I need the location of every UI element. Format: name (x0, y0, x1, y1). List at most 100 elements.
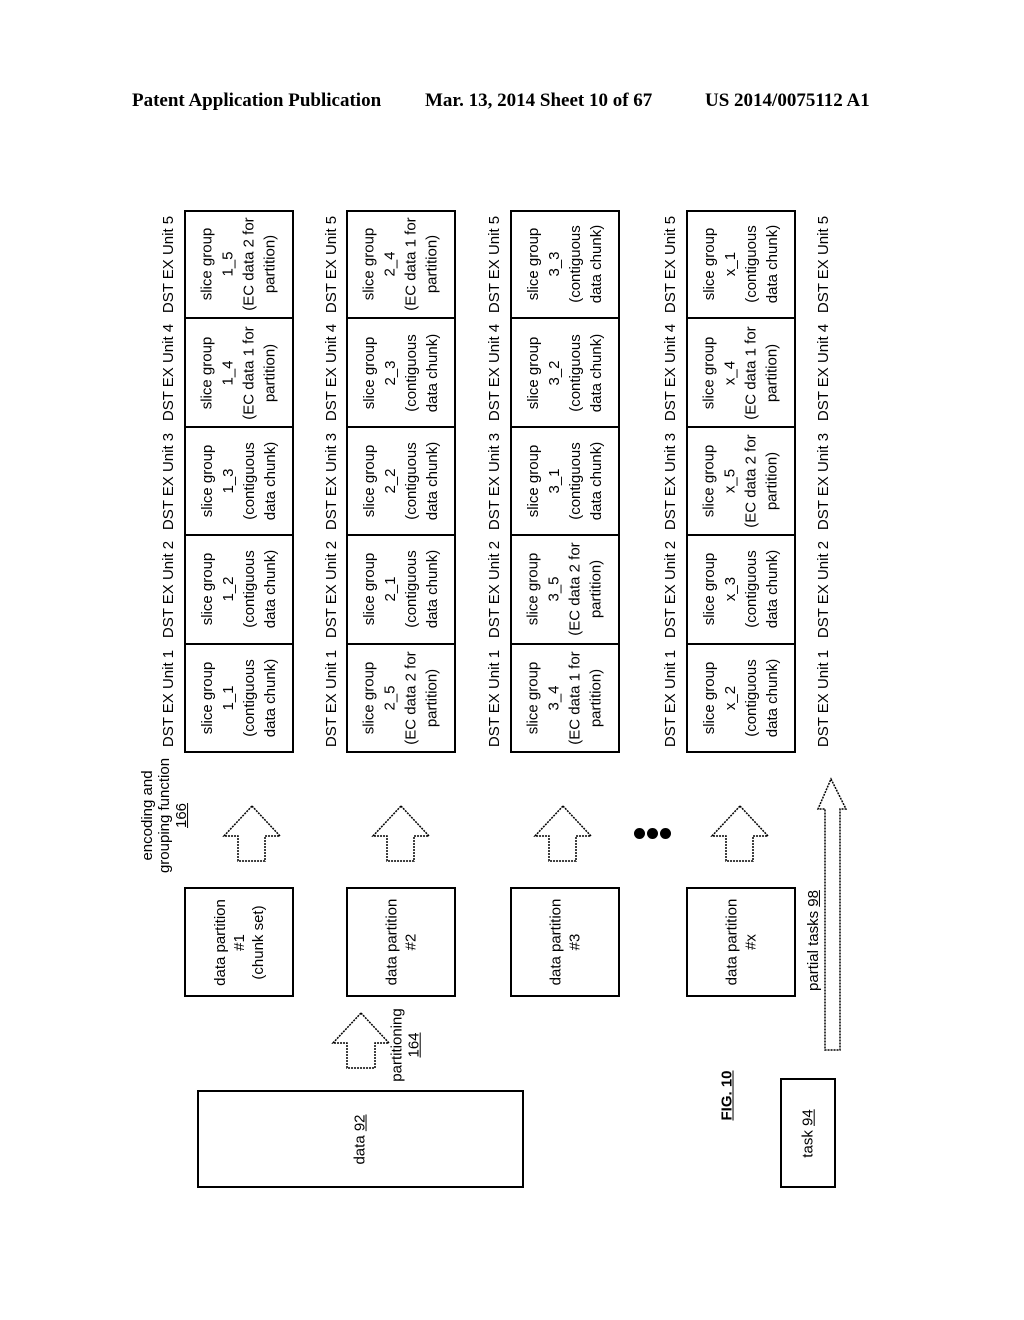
slice-group-line: partition) (763, 451, 781, 511)
slice-group-line: (contiguous (402, 550, 420, 628)
partial-tasks-ref: 98 (804, 889, 822, 907)
slice-group-line: 3_2 (545, 359, 563, 386)
slice-group-line: slice group (360, 336, 378, 409)
slice-group-cell: slice group 3_5 (EC data 2 for partition) (512, 536, 618, 642)
partitioning-label: partitioning 164 (386, 1005, 426, 1085)
unit-label: DST EX Unit 2 (659, 535, 683, 643)
slice-group-line: data chunk) (763, 658, 781, 738)
slice-group-line: slice group (198, 552, 216, 626)
slice-group-line: data chunk) (423, 549, 441, 629)
slice-group-line: data chunk) (587, 333, 605, 412)
unit-label-text: DST EX Unit 3 (815, 432, 833, 530)
slice-group-line: x_5 (721, 468, 739, 494)
slice-group-line: (contiguous (240, 550, 258, 628)
slice-group-cell: slice group 2_1 (contiguous data chunk) (348, 536, 454, 642)
unit-label-text: DST EX Unit 2 (662, 540, 680, 638)
slice-group-line: (EC data 1 for (742, 325, 760, 420)
slice-group-cell: slice group 1_2 (contiguous data chunk) (186, 536, 292, 642)
figure-label: FIG. 10 (718, 1069, 736, 1121)
unit-label-text: DST EX Unit 4 (662, 323, 680, 422)
unit-label: DST EX Unit 1 (157, 644, 181, 752)
unit-label: DST EX Unit 4 (157, 318, 181, 427)
unit-label-text: DST EX Unit 5 (815, 215, 833, 313)
slice-group-line: (contiguous (240, 659, 258, 737)
slice-group-line: data chunk) (261, 549, 279, 629)
unit-label: DST EX Unit 3 (483, 427, 507, 535)
slice-group-line: 1_4 (219, 359, 237, 386)
slice-group-cell: slice group x_3 (contiguous data chunk) (688, 536, 794, 642)
unit-label-text: DST EX Unit 1 (323, 649, 341, 747)
slice-group-line: slice group (700, 552, 718, 626)
unit-label-text: DST EX Unit 1 (160, 649, 178, 747)
data-partition-2-box: data partition #2 (346, 887, 456, 997)
data-partition-x-box: data partition #x (686, 887, 796, 997)
unit-label-text: DST EX Unit 4 (160, 323, 178, 422)
unit-label: DST EX Unit 1 (483, 644, 507, 752)
slice-group-line: 1_2 (219, 576, 237, 602)
unit-label-text: DST EX Unit 1 (486, 649, 504, 747)
slice-group-line: (EC data 2 for (240, 217, 258, 311)
unit-label-text: DST EX Unit 2 (486, 540, 504, 638)
encoding-line2: grouping function (156, 757, 174, 873)
unit-label: DST EX Unit 2 (157, 535, 181, 643)
slice-group-line: data chunk) (423, 333, 441, 412)
slice-group-line: partition) (261, 343, 279, 402)
unit-label: DST EX Unit 5 (483, 210, 507, 318)
slice-group-line: data chunk) (763, 224, 781, 304)
unit-label: DST EX Unit 2 (320, 535, 344, 643)
slice-group-line: (contiguous (742, 225, 760, 303)
unit-label-text: DST EX Unit 3 (323, 432, 341, 530)
slice-group-line: partition) (587, 559, 605, 619)
slice-group-line: 2_5 (381, 685, 399, 711)
slice-group-line: 1_3 (219, 468, 237, 494)
unit-label: DST EX Unit 1 (659, 644, 683, 752)
slice-group-line: (contiguous (240, 442, 258, 520)
slice-group-line: x_1 (721, 251, 739, 277)
unit-label-text: DST EX Unit 3 (662, 432, 680, 530)
data-text: data (352, 1134, 369, 1165)
data-box: data 92 (197, 1090, 524, 1188)
slice-group-line: 3_5 (545, 576, 563, 602)
slice-group-line: slice group (700, 336, 718, 409)
slice-group-cell: slice group x_2 (contiguous data chunk) (688, 645, 794, 751)
slice-group-cell: slice group 1_4 (EC data 1 for partition) (186, 319, 292, 426)
slice-group-line: 2_3 (381, 359, 399, 386)
task-box: task 94 (780, 1078, 836, 1188)
task-text: task (799, 1129, 817, 1158)
slice-group-line: (EC data 2 for (566, 542, 584, 636)
slice-group-line: slice group (198, 661, 216, 735)
slice-group-line: data chunk) (763, 549, 781, 629)
slice-group-line: x_2 (721, 685, 739, 711)
slice-group-line: slice group (198, 444, 216, 518)
slice-group-cell: slice group 2_2 (contiguous data chunk) (348, 428, 454, 534)
unit-label: DST EX Unit 4 (659, 318, 683, 427)
partial-tasks-label: partial tasks 98 (800, 880, 826, 1000)
unit-label-text: DST EX Unit 1 (662, 649, 680, 747)
slice-group-line: slice group (524, 552, 542, 626)
slice-group-line: (contiguous (742, 550, 760, 628)
slice-group-line: slice group (700, 661, 718, 735)
partition-x-line2: #x (741, 934, 759, 950)
slice-group-line: data chunk) (423, 441, 441, 521)
slice-group-line: (contiguous (566, 333, 584, 412)
slice-group-line: slice group (198, 336, 216, 409)
unit-label: DST EX Unit 2 (483, 535, 507, 643)
unit-label-text: DST EX Unit 4 (815, 323, 833, 422)
slice-group-cell: slice group 3_1 (contiguous data chunk) (512, 428, 618, 534)
slice-group-line: (contiguous (742, 659, 760, 737)
slice-group-line: 1_1 (219, 685, 237, 711)
slice-group-cell: slice group x_4 (EC data 1 for partition) (688, 319, 794, 426)
slice-group-line: slice group (360, 552, 378, 626)
slice-group-line: (EC data 1 for (566, 651, 584, 745)
slice-group-line: (contiguous (566, 442, 584, 520)
slice-group-cell: slice group 2_5 (EC data 2 for partition) (348, 645, 454, 751)
partial-tasks-text: partial tasks (804, 910, 822, 991)
slice-group-line: slice group (700, 444, 718, 518)
unit-label-text: DST EX Unit 2 (815, 540, 833, 638)
slice-group-line: (contiguous (402, 442, 420, 520)
slice-group-line: (contiguous (566, 225, 584, 303)
partition-1-line3: (chunk set) (249, 904, 267, 980)
slice-group-line: (EC data 2 for (742, 434, 760, 528)
slice-group-line: (EC data 1 for (240, 325, 258, 420)
slice-group-cell: slice group 3_4 (EC data 1 for partition) (512, 645, 618, 751)
